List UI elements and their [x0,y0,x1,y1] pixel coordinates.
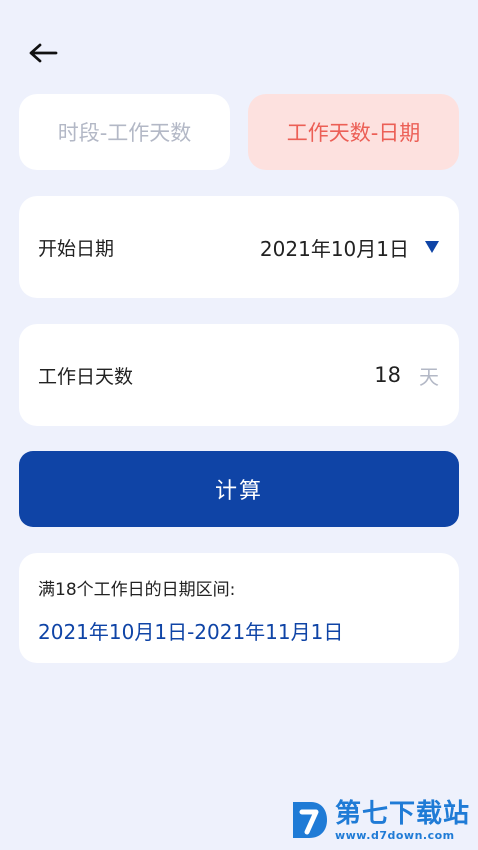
work-days-label: 工作日天数 [38,365,134,388]
work-days-input[interactable]: 18 [374,363,401,387]
result-value: 2021年10月1日-2021年11月1日 [38,620,344,644]
watermark-url: www.d7down.com [334,828,455,842]
calculate-button[interactable]: 计算 [19,451,459,527]
start-date-label: 开始日期 [38,237,115,260]
tab-workdays-date[interactable]: 工作天数-日期 [248,94,459,170]
calculate-button-label: 计算 [214,479,263,504]
work-days-unit: 天 [419,364,439,389]
start-date-value[interactable]: 2021年10月1日 [260,233,409,262]
work-days-field[interactable]: 18 天 [374,361,439,390]
watermark: 第七下载站 www.d7down.com [289,798,470,842]
arrow-left-icon [29,43,58,63]
watermark-logo-icon [292,802,327,838]
tab-label: 时段-工作天数 [57,121,192,145]
result-card: 满18个工作日的日期区间: 2021年10月1日-2021年11月1日 [19,553,459,663]
tab-label: 工作天数-日期 [286,121,421,145]
work-days-card: 工作日天数 18 天 [19,324,459,426]
result-label: 满18个工作日的日期区间: [38,580,236,600]
back-button[interactable] [26,38,60,68]
tab-period-workdays[interactable]: 时段-工作天数 [19,94,230,170]
watermark-title: 第七下载站 [334,798,470,829]
start-date-picker[interactable]: 2021年10月1日 [260,233,439,262]
caret-down-icon[interactable] [425,241,439,253]
start-date-card: 开始日期 2021年10月1日 [19,196,459,298]
